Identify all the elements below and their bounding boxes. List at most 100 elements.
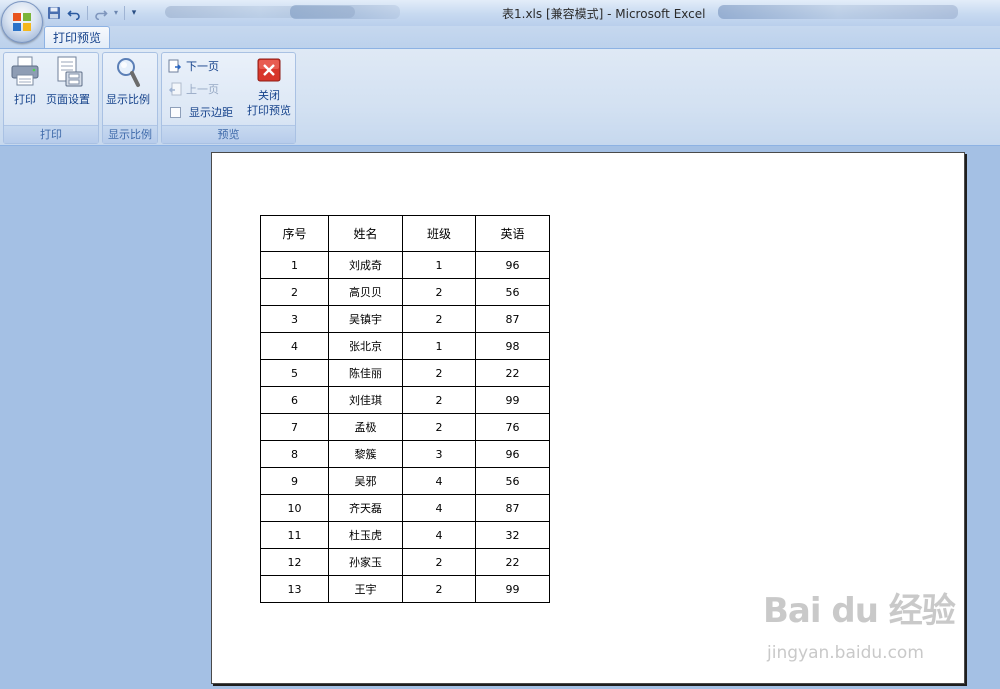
table-cell: 2 <box>402 386 476 414</box>
table-row: 2 高贝贝 2 56 <box>260 278 550 306</box>
table-cell: 高贝贝 <box>328 278 403 306</box>
table-cell: 8 <box>260 440 329 468</box>
group-label-print: 打印 <box>4 125 98 143</box>
table-cell: 2 <box>402 413 476 441</box>
redo-icon[interactable] <box>91 4 111 22</box>
group-label-preview: 预览 <box>162 125 295 143</box>
close-preview-label: 关闭 打印预览 <box>247 88 291 118</box>
table-cell: 98 <box>475 332 550 360</box>
baidu-jingyan-watermark: Bai du 经验 jingyan.baidu.com <box>763 583 956 668</box>
save-icon[interactable] <box>44 4 64 22</box>
quick-access-toolbar: ▾ ▾ <box>44 3 140 22</box>
table-cell: 87 <box>475 305 550 333</box>
table-cell: 22 <box>475 548 550 576</box>
tab-print-preview[interactable]: 打印预览 <box>44 26 110 48</box>
data-table: 序号 姓名 班级 英语 1 刘成奇 1 96 2 高贝贝 2 56 3 吴镇宇 2 87 4 张北京 1 98… <box>260 215 550 603</box>
prev-page-button[interactable]: 上一页 <box>168 80 219 98</box>
ribbon: 打印 页面设置 打印 显示比例 显示比例 下一页 上一页 显示边距 关闭 打印预… <box>0 48 1000 146</box>
undo-icon[interactable] <box>64 4 84 22</box>
table-cell: 12 <box>260 548 329 576</box>
qat-separator <box>124 5 125 20</box>
table-row: 9 吴邪 4 56 <box>260 467 550 495</box>
qat-separator <box>87 5 88 20</box>
table-cell: 1 <box>260 251 329 279</box>
table-cell: 22 <box>475 359 550 387</box>
page-setup-icon <box>57 56 83 87</box>
checkbox-box[interactable] <box>170 106 181 118</box>
table-cell: 孙家玉 <box>328 548 403 576</box>
group-preview: 下一页 上一页 显示边距 关闭 打印预览 预览 <box>161 52 296 144</box>
redo-dropdown-icon[interactable]: ▾ <box>111 4 121 22</box>
table-cell: 11 <box>260 521 329 549</box>
zoom-button[interactable]: 显示比例 <box>106 55 150 107</box>
table-cell: 99 <box>475 575 550 603</box>
zoom-button-label: 显示比例 <box>106 93 150 106</box>
table-cell: 4 <box>402 521 476 549</box>
table-cell: 黎簇 <box>328 440 403 468</box>
table-cell: 杜玉虎 <box>328 521 403 549</box>
table-cell: 13 <box>260 575 329 603</box>
printer-icon <box>11 56 39 86</box>
zoom-icon <box>117 58 140 87</box>
watermark-logo: Bai du 经验 <box>763 591 956 631</box>
table-cell: 56 <box>475 278 550 306</box>
table-cell: 陈佳丽 <box>328 359 403 387</box>
close-print-preview-button[interactable]: 关闭 打印预览 <box>244 55 294 118</box>
table-cell: 2 <box>402 575 476 603</box>
column-header: 班级 <box>402 215 476 252</box>
group-print: 打印 页面设置 打印 <box>3 52 99 144</box>
table-cell: 2 <box>402 305 476 333</box>
table-row: 4 张北京 1 98 <box>260 332 550 360</box>
table-cell: 4 <box>402 467 476 495</box>
office-button[interactable] <box>1 1 43 43</box>
close-preview-label-line2: 打印预览 <box>247 104 291 117</box>
table-cell: 2 <box>402 548 476 576</box>
table-cell: 32 <box>475 521 550 549</box>
table-row: 13 王宇 2 99 <box>260 575 550 603</box>
table-cell: 3 <box>260 305 329 333</box>
table-row: 7 孟极 2 76 <box>260 413 550 441</box>
table-cell: 1 <box>402 251 476 279</box>
table-row: 1 刘成奇 1 96 <box>260 251 550 279</box>
show-margins-checkbox[interactable]: 显示边距 <box>168 103 233 121</box>
print-button[interactable]: 打印 <box>10 55 40 107</box>
table-cell: 3 <box>402 440 476 468</box>
watermark-url: jingyan.baidu.com <box>767 643 924 663</box>
table-cell: 87 <box>475 494 550 522</box>
column-header: 序号 <box>260 215 329 252</box>
customize-dropdown-icon[interactable]: ▾ <box>128 4 140 22</box>
prev-page-icon <box>168 82 182 96</box>
table-cell: 刘佳琪 <box>328 386 403 414</box>
table-row: 12 孙家玉 2 22 <box>260 548 550 576</box>
table-cell: 10 <box>260 494 329 522</box>
table-cell: 4 <box>402 494 476 522</box>
table-cell: 56 <box>475 467 550 495</box>
table-cell: 1 <box>402 332 476 360</box>
table-cell: 吴邪 <box>328 467 403 495</box>
table-cell: 4 <box>260 332 329 360</box>
prev-page-label: 上一页 <box>186 83 219 96</box>
page-setup-button-label: 页面设置 <box>46 93 90 106</box>
table-cell: 96 <box>475 440 550 468</box>
table-cell: 7 <box>260 413 329 441</box>
next-page-icon <box>168 59 182 73</box>
table-cell: 9 <box>260 467 329 495</box>
group-zoom: 显示比例 显示比例 <box>102 52 158 144</box>
table-cell: 5 <box>260 359 329 387</box>
table-cell: 王宇 <box>328 575 403 603</box>
window-title: 表1.xls [兼容模式] - Microsoft Excel <box>502 7 706 21</box>
print-button-label: 打印 <box>14 93 36 106</box>
table-cell: 吴镇宇 <box>328 305 403 333</box>
blurred-region <box>718 5 958 19</box>
next-page-button[interactable]: 下一页 <box>168 57 219 75</box>
ribbon-tab-strip: 打印预览 <box>0 26 1000 48</box>
table-row: 3 吴镇宇 2 87 <box>260 305 550 333</box>
close-preview-label-line1: 关闭 <box>258 89 280 102</box>
table-cell: 2 <box>402 359 476 387</box>
page-setup-button[interactable]: 页面设置 <box>46 55 90 107</box>
table-cell: 2 <box>402 278 476 306</box>
table-cell: 76 <box>475 413 550 441</box>
column-header: 英语 <box>475 215 550 252</box>
table-row: 10 齐天磊 4 87 <box>260 494 550 522</box>
table-cell: 99 <box>475 386 550 414</box>
